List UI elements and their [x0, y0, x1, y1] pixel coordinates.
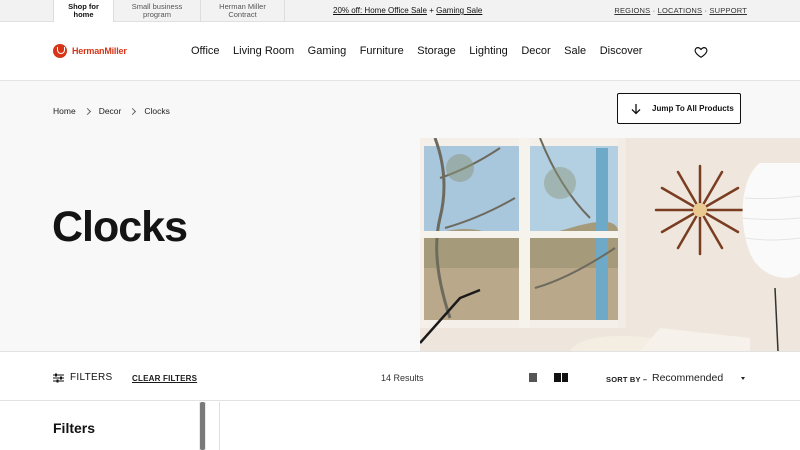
grid-col-icon	[561, 373, 568, 382]
segment-label: Herman Miller Contract	[219, 2, 266, 19]
sort-select[interactable]: Recommended	[652, 372, 723, 384]
heart-icon[interactable]	[694, 45, 708, 59]
link-locations[interactable]: LOCATIONS	[658, 6, 703, 15]
utility-bar: Shop for home Small business program Her…	[0, 0, 800, 22]
filters-heading: Filters	[53, 420, 96, 436]
herman-miller-logo-icon	[53, 44, 67, 58]
site-header: HermanMiller Office Living Room Gaming F…	[0, 23, 800, 81]
divider	[219, 402, 220, 450]
segment-shop-for-home[interactable]: Shop for home	[53, 0, 114, 22]
breadcrumb-home[interactable]: Home	[53, 106, 76, 116]
breadcrumb: Home Decor Clocks	[53, 106, 170, 116]
nav-item-gaming[interactable]: Gaming	[308, 45, 347, 57]
chevron-right-icon	[129, 107, 137, 115]
nav-item-office[interactable]: Office	[191, 45, 220, 57]
listing-toolbar: FILTERS CLEAR FILTERS 14 Results SORT BY…	[0, 351, 800, 401]
grid-view-icon[interactable]	[554, 373, 568, 382]
link-support[interactable]: SUPPORT	[709, 6, 747, 15]
logo-text: HermanMiller	[72, 46, 127, 56]
promo-separator: +	[426, 6, 437, 15]
promo-link-home-office[interactable]: 20% off: Home Office Sale	[333, 6, 427, 15]
single-column-view-icon[interactable]	[529, 373, 537, 382]
segment-small-business[interactable]: Small business program	[114, 0, 201, 22]
filters-button[interactable]: FILTERS	[53, 372, 112, 383]
utility-links: REGIONS · LOCATIONS · SUPPORT	[614, 6, 747, 15]
segment-contract[interactable]: Herman Miller Contract	[201, 0, 285, 22]
breadcrumb-decor[interactable]: Decor	[99, 106, 122, 116]
scrollbar-thumb[interactable]	[200, 402, 205, 450]
sidebar-scrollbar[interactable]	[199, 402, 206, 450]
link-regions[interactable]: REGIONS	[614, 6, 650, 15]
clear-filters-link[interactable]: CLEAR FILTERS	[132, 374, 197, 383]
nav-item-lighting[interactable]: Lighting	[469, 45, 508, 57]
chevron-right-icon	[83, 107, 91, 115]
filters-label: FILTERS	[70, 372, 113, 383]
promo-banner: 20% off: Home Office Sale + Gaming Sale	[333, 6, 482, 15]
nav-item-living-room[interactable]: Living Room	[233, 45, 294, 57]
hero-image	[420, 138, 800, 351]
grid-col-icon	[554, 373, 561, 382]
arrow-down-icon	[631, 103, 641, 114]
brand-logo[interactable]: HermanMiller	[53, 44, 127, 58]
page-title: Clocks	[52, 203, 188, 251]
breadcrumb-clocks: Clocks	[144, 106, 170, 116]
nav-item-decor[interactable]: Decor	[521, 45, 550, 57]
nav-item-furniture[interactable]: Furniture	[360, 45, 404, 57]
nav-item-discover[interactable]: Discover	[600, 45, 643, 57]
nav-item-storage[interactable]: Storage	[417, 45, 456, 57]
listing-body: Filters	[0, 402, 800, 450]
nav-item-sale[interactable]: Sale	[564, 45, 586, 57]
utility-separator: ·	[650, 6, 658, 15]
jump-to-products-button[interactable]: Jump To All Products	[617, 93, 741, 124]
promo-link-gaming[interactable]: Gaming Sale	[436, 6, 482, 15]
jump-button-label: Jump To All Products	[652, 104, 734, 113]
segment-label: Shop for home	[68, 2, 99, 19]
results-count: 14 Results	[381, 373, 424, 383]
main-nav: Office Living Room Gaming Furniture Stor…	[191, 45, 642, 57]
sort-label: SORT BY –	[606, 375, 648, 384]
hero-section: Home Decor Clocks Jump To All Products C…	[0, 81, 800, 351]
segment-label: Small business program	[131, 2, 183, 19]
caret-down-icon[interactable]	[741, 377, 745, 380]
sliders-icon	[53, 373, 64, 382]
